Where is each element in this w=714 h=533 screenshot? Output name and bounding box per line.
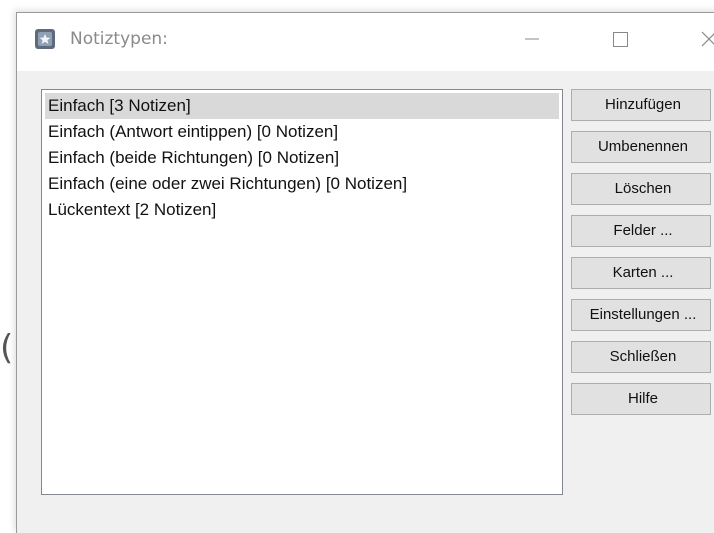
note-types-list[interactable]: Einfach [3 Notizen] Einfach (Antwort ein… — [41, 89, 563, 495]
list-item-einfach-eine-oder-zwei-richtungen[interactable]: Einfach (eine oder zwei Richtungen) [0 N… — [45, 171, 559, 197]
list-item-einfach[interactable]: Einfach [3 Notizen] — [45, 93, 559, 119]
list-item-lueckentext[interactable]: Lückentext [2 Notizen] — [45, 197, 559, 223]
cards-button[interactable]: Karten ... — [571, 257, 711, 289]
rename-button[interactable]: Umbenennen — [571, 131, 711, 163]
note-types-dialog: Notiztypen: Einfach [3 Notizen] Einfach … — [16, 12, 714, 533]
background-window-edge — [0, 0, 14, 511]
list-item-einfach-antwort-eintippen[interactable]: Einfach (Antwort eintippen) [0 Notizen] — [45, 119, 559, 145]
window-title: Notiztypen: — [70, 29, 168, 49]
maximize-button[interactable] — [585, 13, 655, 65]
maximize-icon — [613, 32, 628, 47]
fields-button[interactable]: Felder ... — [571, 215, 711, 247]
add-button[interactable]: Hinzufügen — [571, 89, 711, 121]
background-window-glyph: ( — [0, 328, 14, 368]
minimize-button[interactable] — [497, 13, 567, 65]
dialog-body: Einfach [3 Notizen] Einfach (Antwort ein… — [17, 71, 714, 533]
close-icon — [701, 31, 714, 47]
close-button[interactable]: Schließen — [571, 341, 711, 373]
list-item-einfach-beide-richtungen[interactable]: Einfach (beide Richtungen) [0 Notizen] — [45, 145, 559, 171]
anki-app-icon — [35, 29, 55, 49]
help-button[interactable]: Hilfe — [571, 383, 711, 415]
delete-button[interactable]: Löschen — [571, 173, 711, 205]
options-button[interactable]: Einstellungen ... — [571, 299, 711, 331]
minimize-icon — [525, 38, 539, 40]
title-bar[interactable]: Notiztypen: — [17, 13, 714, 71]
close-window-button[interactable] — [673, 13, 714, 65]
